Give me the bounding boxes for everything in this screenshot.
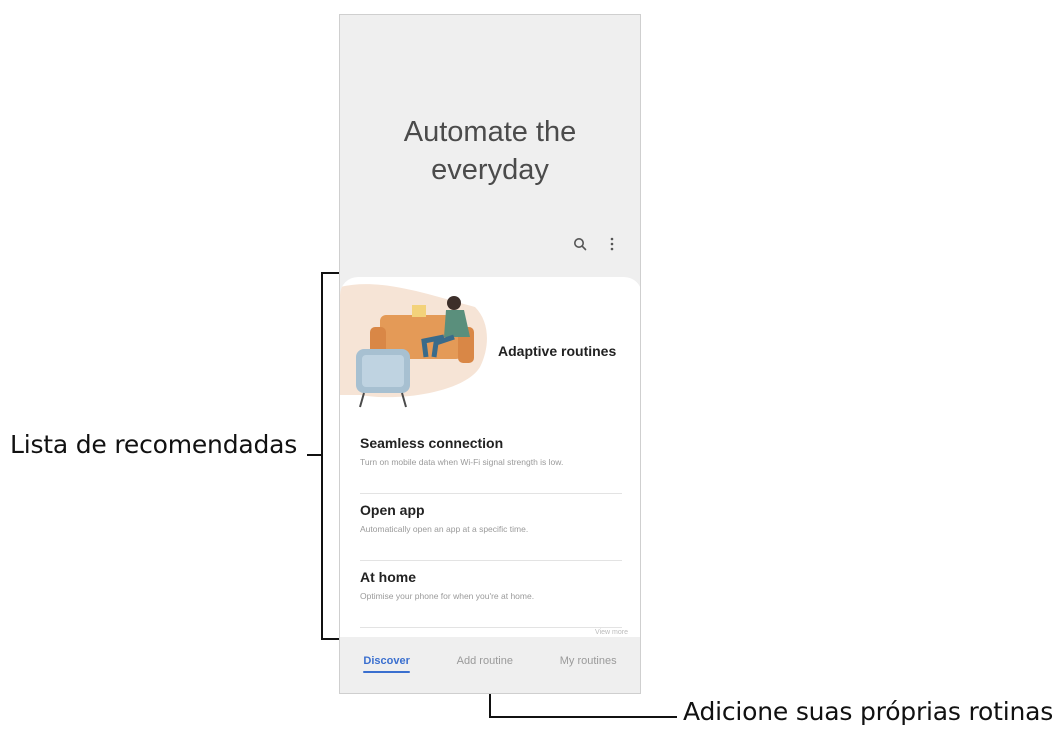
list-item-title: At home (360, 569, 416, 585)
tab-add-routine[interactable]: Add routine (457, 651, 513, 667)
view-more-link[interactable]: View more (595, 629, 628, 636)
recommended-list: Seamless connection Turn on mobile data … (360, 427, 622, 628)
callout-recommended-list: Lista de recomendadas (10, 430, 298, 459)
tab-pointer-horizontal (489, 716, 677, 718)
page-title: Automate the everyday (340, 113, 640, 189)
list-item-title: Seamless connection (360, 435, 504, 451)
list-item-subtitle: Automatically open an app at a specific … (360, 524, 529, 534)
list-item[interactable]: At home Optimise your phone for when you… (360, 561, 622, 628)
bottom-tabs: Discover Add routine My routines (340, 651, 640, 681)
tab-discover[interactable]: Discover (363, 651, 411, 673)
hero-title: Adaptive routines (498, 343, 617, 359)
headline-line-1: Automate the (403, 116, 577, 148)
list-item-subtitle: Optimise your phone for when you're at h… (360, 591, 535, 601)
tab-my-routines[interactable]: My routines (560, 651, 617, 667)
search-icon[interactable] (572, 235, 588, 253)
list-item-title: Open app (360, 502, 425, 518)
more-vert-icon[interactable] (604, 235, 620, 253)
list-item-subtitle: Turn on mobile data when Wi-Fi signal st… (360, 457, 564, 467)
adaptive-routines-banner[interactable]: Adaptive routines (340, 277, 640, 412)
callout-add-own-routines: Adicione suas próprias rotinas (683, 697, 1054, 726)
bracket-bottom (321, 638, 339, 640)
bracket-connector (307, 454, 321, 456)
list-item[interactable]: Seamless connection Turn on mobile data … (360, 427, 622, 494)
bracket-vertical (321, 272, 323, 640)
bracket-top (321, 272, 339, 274)
phone-screen: Automate the everyday Adaptive routines … (339, 14, 641, 694)
headline-line-2: everyday (431, 154, 549, 186)
top-actions (572, 235, 620, 253)
list-item[interactable]: Open app Automatically open an app at a … (360, 494, 622, 561)
recommended-card: Adaptive routines Seamless connection Tu… (340, 277, 640, 637)
